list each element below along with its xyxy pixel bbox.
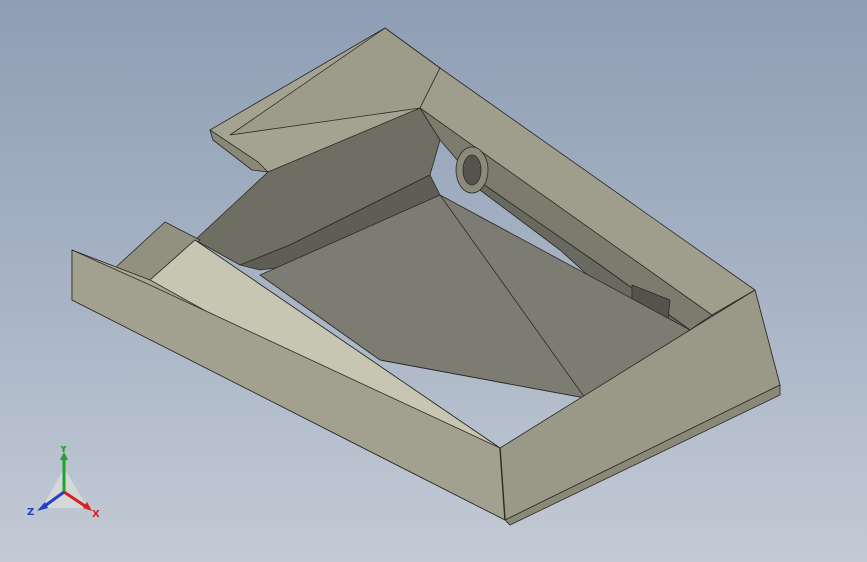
y-axis-label: Y — [59, 446, 68, 455]
3d-model-tray[interactable] — [0, 0, 867, 562]
z-axis-label: Z — [27, 507, 34, 518]
graphics-viewport[interactable]: Y X Z — [0, 0, 867, 562]
x-axis-label: X — [92, 509, 100, 520]
back-boss-hole — [462, 154, 482, 186]
view-orientation-triad: Y X Z — [27, 446, 100, 520]
